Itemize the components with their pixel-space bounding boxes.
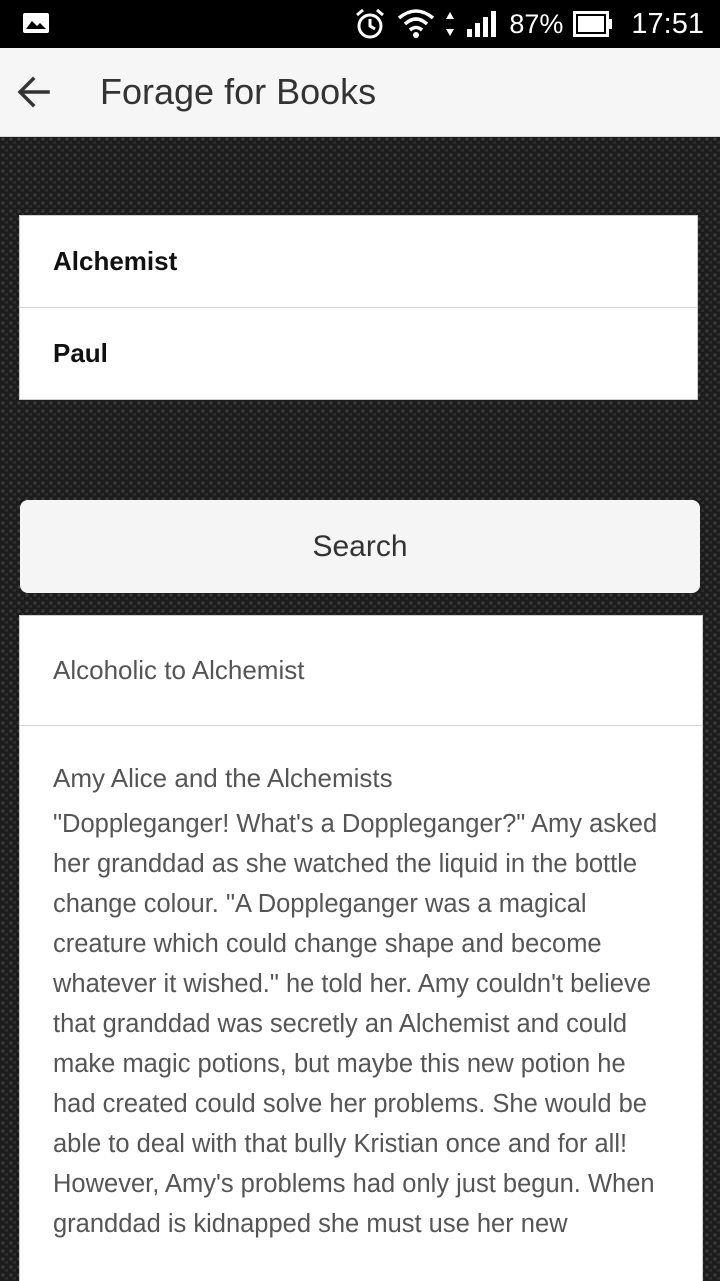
signal-icon <box>467 11 497 37</box>
arrow-left-icon <box>17 76 50 108</box>
result-description: "Doppleganger! What's a Doppleganger?" A… <box>53 810 658 1238</box>
clock: 17:51 <box>631 7 704 40</box>
list-item[interactable]: Alcoholic to Alchemist <box>20 616 702 726</box>
search-button[interactable]: Search <box>20 500 700 593</box>
battery-icon <box>573 11 613 37</box>
result-title: Amy Alice and the Alchemists <box>53 763 393 793</box>
status-bar: 87% 17:51 <box>0 0 720 48</box>
page-title: Forage for Books <box>100 71 377 112</box>
app-bar: Forage for Books <box>0 48 720 137</box>
results-list: Alcoholic to Alchemist Amy Alice and the… <box>19 615 703 1281</box>
title-input[interactable]: Alchemist <box>20 216 697 307</box>
search-form: Alchemist Paul <box>19 215 698 400</box>
battery-percent: 87% <box>509 8 564 39</box>
data-arrows-icon <box>446 12 455 36</box>
result-title: Alcoholic to Alchemist <box>53 655 305 685</box>
back-button[interactable] <box>10 68 58 116</box>
list-item[interactable]: Amy Alice and the Alchemists "Dopplegang… <box>20 726 702 1244</box>
wifi-icon <box>398 9 435 38</box>
author-input[interactable]: Paul <box>20 307 697 398</box>
image-icon <box>23 13 49 33</box>
alarm-icon <box>356 8 385 39</box>
